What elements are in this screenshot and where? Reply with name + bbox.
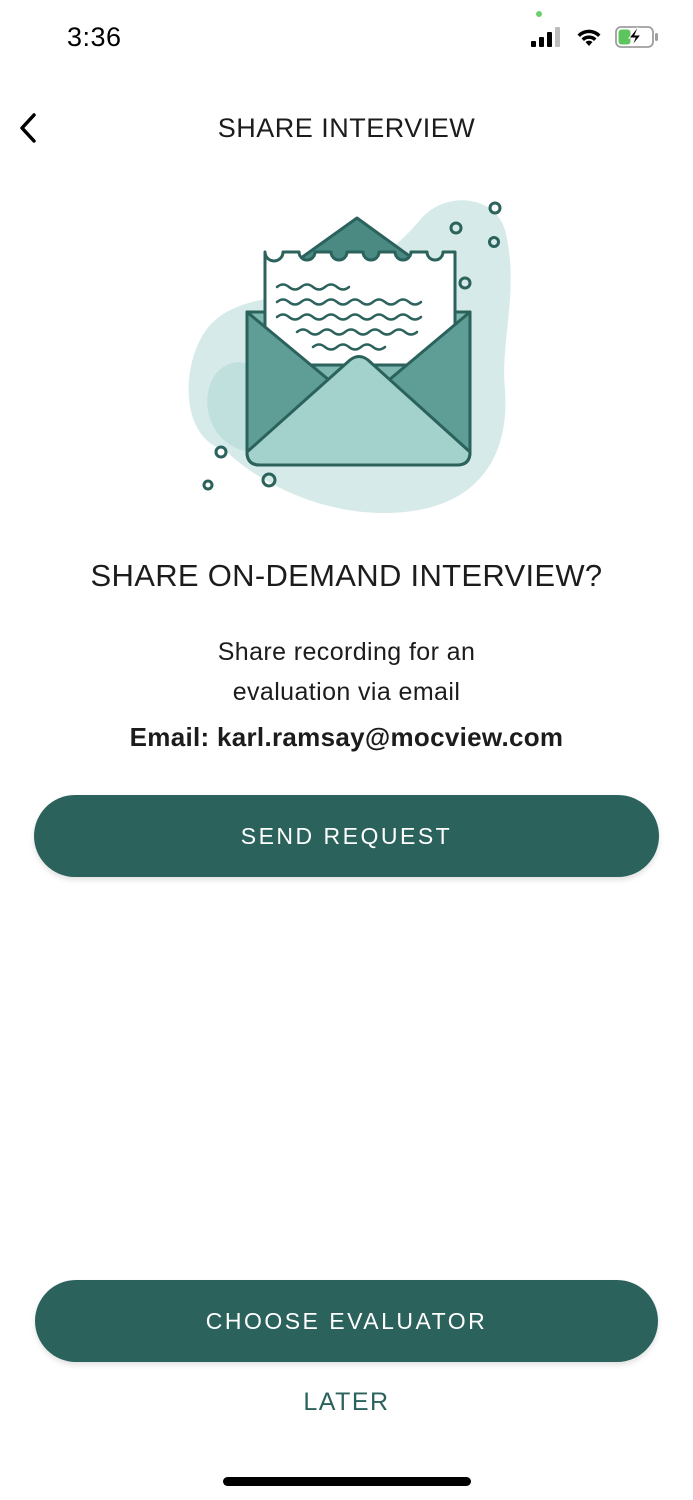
navigation-bar: SHARE INTERVIEW <box>0 95 693 161</box>
home-indicator <box>223 1477 471 1486</box>
wifi-icon <box>577 29 601 46</box>
privacy-indicator-dot <box>536 11 542 17</box>
email-address-label: Email: karl.ramsay@mocview.com <box>129 722 564 752</box>
share-description: Share recording for an evaluation via em… <box>150 632 543 712</box>
page-title: SHARE INTERVIEW <box>217 113 476 143</box>
signal-icon <box>531 27 560 47</box>
status-time: 3:36 <box>67 22 122 52</box>
description-line-2: evaluation via email <box>232 678 461 706</box>
status-bar: 3:36 <box>0 0 693 80</box>
status-icons <box>531 26 659 48</box>
battery-charging-icon <box>615 26 658 48</box>
open-envelope-letter-illustration <box>175 190 520 520</box>
share-headline: SHARE ON-DEMAND INTERVIEW? <box>90 558 603 593</box>
later-link[interactable]: LATER <box>0 1388 693 1417</box>
description-line-1: Share recording for an <box>217 638 476 666</box>
send-request-button[interactable]: SEND REQUEST <box>34 795 659 877</box>
choose-evaluator-button[interactable]: CHOOSE EVALUATOR <box>35 1280 658 1362</box>
